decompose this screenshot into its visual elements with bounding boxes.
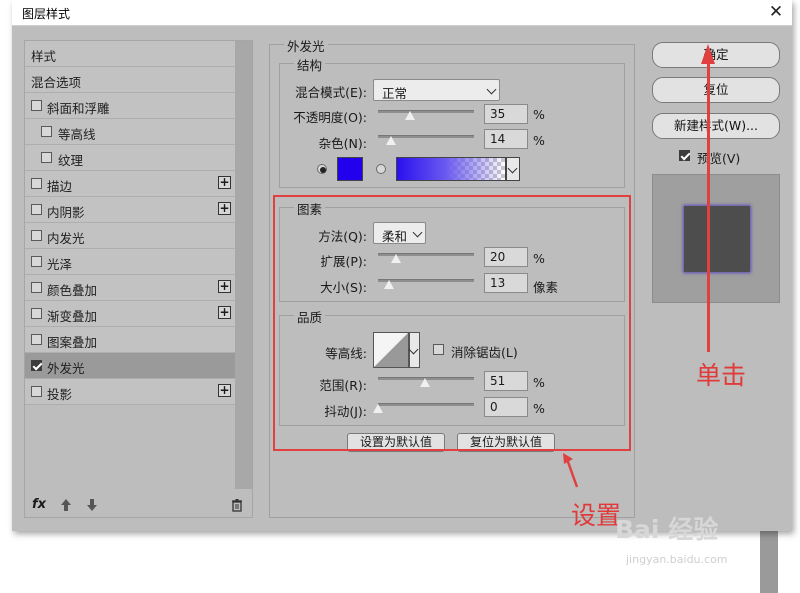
gradient-swatch[interactable] bbox=[396, 157, 506, 181]
style-item-label: 纹理 bbox=[58, 153, 84, 168]
styles-list-panel: 样式混合选项斜面和浮雕等高线纹理描边 + 内阴影 + 内发光光泽颜色叠加 + 渐变叠加 + 图案… bbox=[24, 40, 253, 518]
noise-input[interactable]: 14 bbox=[484, 129, 528, 149]
new-style-button[interactable]: 新建样式(W)... bbox=[652, 113, 780, 139]
blend-mode-value: 正常 bbox=[382, 86, 408, 101]
styles-list-item[interactable]: 斜面和浮雕 bbox=[25, 93, 235, 119]
structure-title: 结构 bbox=[294, 55, 326, 74]
style-enable-checkbox[interactable] bbox=[31, 230, 42, 241]
styles-footer: fx bbox=[24, 495, 253, 517]
outer-glow-title: 外发光 bbox=[284, 36, 328, 55]
style-item-label: 投影 bbox=[47, 387, 73, 402]
add-effect-icon[interactable]: + bbox=[218, 384, 231, 397]
preview-swatch bbox=[684, 206, 750, 272]
style-enable-checkbox[interactable] bbox=[41, 126, 52, 137]
preview-checkbox[interactable] bbox=[679, 150, 690, 161]
settings-annotation: 设置 bbox=[571, 501, 622, 530]
style-enable-checkbox[interactable] bbox=[31, 360, 42, 371]
styles-list-item[interactable]: 颜色叠加 + bbox=[25, 275, 235, 301]
noise-label: 杂色(N): bbox=[318, 136, 367, 151]
styles-list-scrollbar[interactable] bbox=[235, 41, 252, 489]
styles-list-item[interactable]: 描边 + bbox=[25, 171, 235, 197]
preview-thumbnail bbox=[652, 174, 780, 303]
add-effect-icon[interactable]: + bbox=[218, 202, 231, 215]
style-enable-checkbox[interactable] bbox=[41, 152, 52, 163]
style-enable-checkbox[interactable] bbox=[31, 386, 42, 397]
trash-icon[interactable] bbox=[231, 498, 243, 515]
click-annotation: 单击 bbox=[696, 361, 747, 390]
chevron-down-icon bbox=[507, 163, 518, 174]
settings-highlight-box bbox=[273, 195, 631, 451]
glow-color-swatch[interactable] bbox=[337, 157, 363, 181]
noise-slider-thumb[interactable] bbox=[386, 136, 396, 145]
outside-scroll-strip bbox=[760, 531, 778, 593]
solid-color-radio[interactable] bbox=[317, 164, 327, 174]
style-item-label: 颜色叠加 bbox=[47, 283, 98, 298]
watermark-url: jingyan.baidu.com bbox=[626, 553, 728, 566]
title-bar: 图层样式 ✕ bbox=[12, 0, 792, 26]
styles-list-item[interactable]: 光泽 bbox=[25, 249, 235, 275]
styles-list-item[interactable]: 图案叠加 bbox=[25, 327, 235, 353]
styles-list-item[interactable]: 内阴影 + bbox=[25, 197, 235, 223]
styles-list-item[interactable]: 渐变叠加 + bbox=[25, 301, 235, 327]
opacity-slider[interactable] bbox=[378, 110, 474, 113]
style-item-label: 渐变叠加 bbox=[47, 309, 98, 324]
add-effect-icon[interactable]: + bbox=[218, 306, 231, 319]
settings-arrow-icon bbox=[563, 453, 579, 488]
style-item-label: 光泽 bbox=[47, 257, 73, 272]
styles-list-item[interactable]: 混合选项 bbox=[25, 67, 235, 93]
style-enable-checkbox[interactable] bbox=[31, 204, 42, 215]
blend-mode-select[interactable]: 正常 bbox=[373, 79, 500, 101]
fx-icon[interactable]: fx bbox=[32, 497, 46, 512]
dialog-title: 图层样式 bbox=[22, 7, 71, 21]
styles-list-item[interactable]: 投影 + bbox=[25, 379, 235, 405]
styles-list-item[interactable]: 外发光 bbox=[25, 353, 235, 379]
style-enable-checkbox[interactable] bbox=[31, 334, 42, 345]
opacity-input[interactable]: 35 bbox=[484, 104, 528, 124]
add-effect-icon[interactable]: + bbox=[218, 280, 231, 293]
style-enable-checkbox[interactable] bbox=[31, 100, 42, 111]
chevron-down-icon bbox=[486, 84, 497, 95]
watermark-logo: Bai 经验 bbox=[615, 515, 719, 544]
move-down-icon[interactable] bbox=[86, 498, 98, 515]
click-arrow-head-icon bbox=[701, 44, 715, 64]
add-effect-icon[interactable]: + bbox=[218, 176, 231, 189]
styles-list-item[interactable]: 内发光 bbox=[25, 223, 235, 249]
opacity-slider-thumb[interactable] bbox=[405, 111, 415, 120]
styles-list-item[interactable]: 纹理 bbox=[25, 145, 235, 171]
style-item-label: 描边 bbox=[47, 179, 73, 194]
style-item-label: 斜面和浮雕 bbox=[47, 101, 110, 116]
style-item-label: 样式 bbox=[31, 49, 57, 64]
style-item-label: 外发光 bbox=[47, 361, 85, 376]
style-enable-checkbox[interactable] bbox=[31, 256, 42, 267]
style-enable-checkbox[interactable] bbox=[31, 178, 42, 189]
style-item-label: 混合选项 bbox=[31, 75, 82, 90]
style-item-label: 内发光 bbox=[47, 231, 85, 246]
styles-list-item[interactable]: 样式 bbox=[25, 41, 235, 67]
style-item-label: 等高线 bbox=[58, 127, 96, 142]
style-enable-checkbox[interactable] bbox=[31, 282, 42, 293]
opacity-unit: % bbox=[533, 107, 545, 122]
style-item-label: 内阴影 bbox=[47, 205, 85, 220]
style-item-label: 图案叠加 bbox=[47, 335, 98, 350]
opacity-label: 不透明度(O): bbox=[293, 110, 367, 125]
noise-unit: % bbox=[533, 133, 545, 148]
move-up-icon[interactable] bbox=[60, 498, 72, 515]
ok-button[interactable]: 确定 bbox=[652, 42, 780, 68]
click-arrow-shaft bbox=[707, 62, 710, 352]
gradient-dropdown[interactable] bbox=[506, 157, 520, 181]
close-icon[interactable]: ✕ bbox=[764, 1, 788, 25]
styles-list-item[interactable]: 等高线 bbox=[25, 119, 235, 145]
blend-mode-label: 混合模式(E): bbox=[295, 85, 367, 100]
reset-button[interactable]: 复位 bbox=[652, 77, 780, 103]
style-enable-checkbox[interactable] bbox=[31, 308, 42, 319]
gradient-radio[interactable] bbox=[376, 164, 386, 174]
preview-label: 预览(V) bbox=[697, 151, 741, 166]
